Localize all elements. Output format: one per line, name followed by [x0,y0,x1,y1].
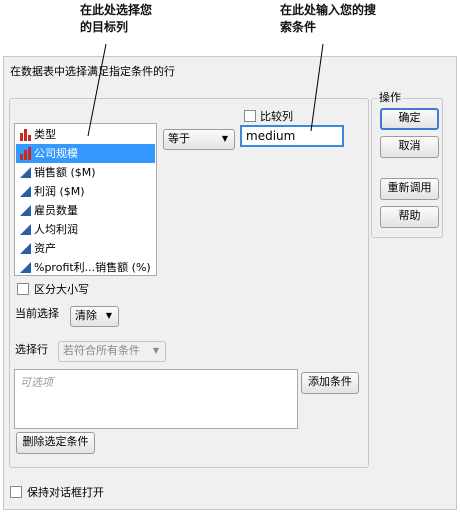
select-rows-dropdown[interactable]: 若符合所有条件 ▼ [58,341,166,362]
column-item-label: 类型 [34,128,56,141]
search-value-input[interactable]: medium [240,125,344,147]
case-sensitive-label: 区分大小写 [34,283,89,296]
compare-column-checkbox[interactable] [244,110,256,122]
ordinal-bar-icon [20,147,31,160]
column-item-label: 人均利润 [34,223,78,236]
current-selection-dropdown[interactable]: 清除 ▼ [70,306,119,327]
annotation-left-line1: 在此处选择您 [80,3,153,17]
continuous-triangle-icon [20,167,31,178]
column-item-employees[interactable]: 雇员数量 [16,201,155,220]
delete-condition-button[interactable]: 删除选定条件 [16,432,95,454]
select-rows-label: 选择行 [15,343,48,356]
chevron-down-icon: ▼ [221,134,228,143]
annotation-right-line1: 在此处输入您的搜 [280,3,377,17]
operator-value: 等于 [168,132,190,145]
continuous-triangle-icon [20,262,31,273]
dialog-title: 在数据表中选择满足指定条件的行 [10,65,175,78]
current-selection-label: 当前选择 [15,307,59,320]
chevron-down-icon: ▼ [105,311,112,320]
search-value: medium [246,129,296,143]
column-listbox[interactable]: 类型 公司规模 销售额 ($M) 利润 ($M) 雇员数量 人均利润 资产 %p… [14,123,157,276]
column-item-company-size[interactable]: 公司规模 [16,144,155,163]
recall-button[interactable]: 重新调用 [380,178,439,200]
actions-title: 操作 [377,89,403,105]
column-item-label: 销售额 ($M) [34,166,96,179]
cancel-button[interactable]: 取消 [380,136,439,158]
column-item-label: 雇员数量 [34,204,78,217]
conditions-placeholder: 可选项 [20,376,53,389]
ok-button[interactable]: 确定 [380,108,439,130]
keep-open-label: 保持对话框打开 [27,486,104,499]
continuous-triangle-icon [20,205,31,216]
compare-column-label: 比较列 [260,110,293,123]
annotation-right-line2: 索条件 [280,20,317,34]
column-item-assets[interactable]: 资产 [16,239,155,258]
column-item-label: 公司规模 [34,147,78,160]
column-item-profit[interactable]: 利润 ($M) [16,182,155,201]
operator-dropdown[interactable]: 等于 ▼ [163,129,235,150]
nominal-bar-icon [20,129,31,141]
column-item-label: 资产 [34,242,56,255]
select-rows-value: 若符合所有条件 [63,344,140,357]
add-condition-button[interactable]: 添加条件 [301,372,359,394]
column-item-sales[interactable]: 销售额 ($M) [16,163,155,182]
chevron-down-icon: ▼ [152,346,159,355]
current-selection-value: 清除 [75,309,97,322]
conditions-list[interactable]: 可选项 [14,369,298,429]
help-button[interactable]: 帮助 [380,206,439,228]
column-item-type[interactable]: 类型 [16,125,155,144]
column-item-label: 利润 ($M) [34,185,85,198]
case-sensitive-checkbox[interactable] [17,283,29,295]
continuous-triangle-icon [20,186,31,197]
continuous-triangle-icon [20,243,31,254]
keep-open-checkbox[interactable] [10,486,22,498]
column-item-profit-per-employee[interactable]: 人均利润 [16,220,155,239]
continuous-triangle-icon [20,224,31,235]
column-item-profit-pct[interactable]: %profit利...销售额 (%) [16,258,155,277]
annotation-left-line2: 的目标列 [80,20,129,34]
column-item-label: %profit利...销售额 (%) [34,261,151,274]
